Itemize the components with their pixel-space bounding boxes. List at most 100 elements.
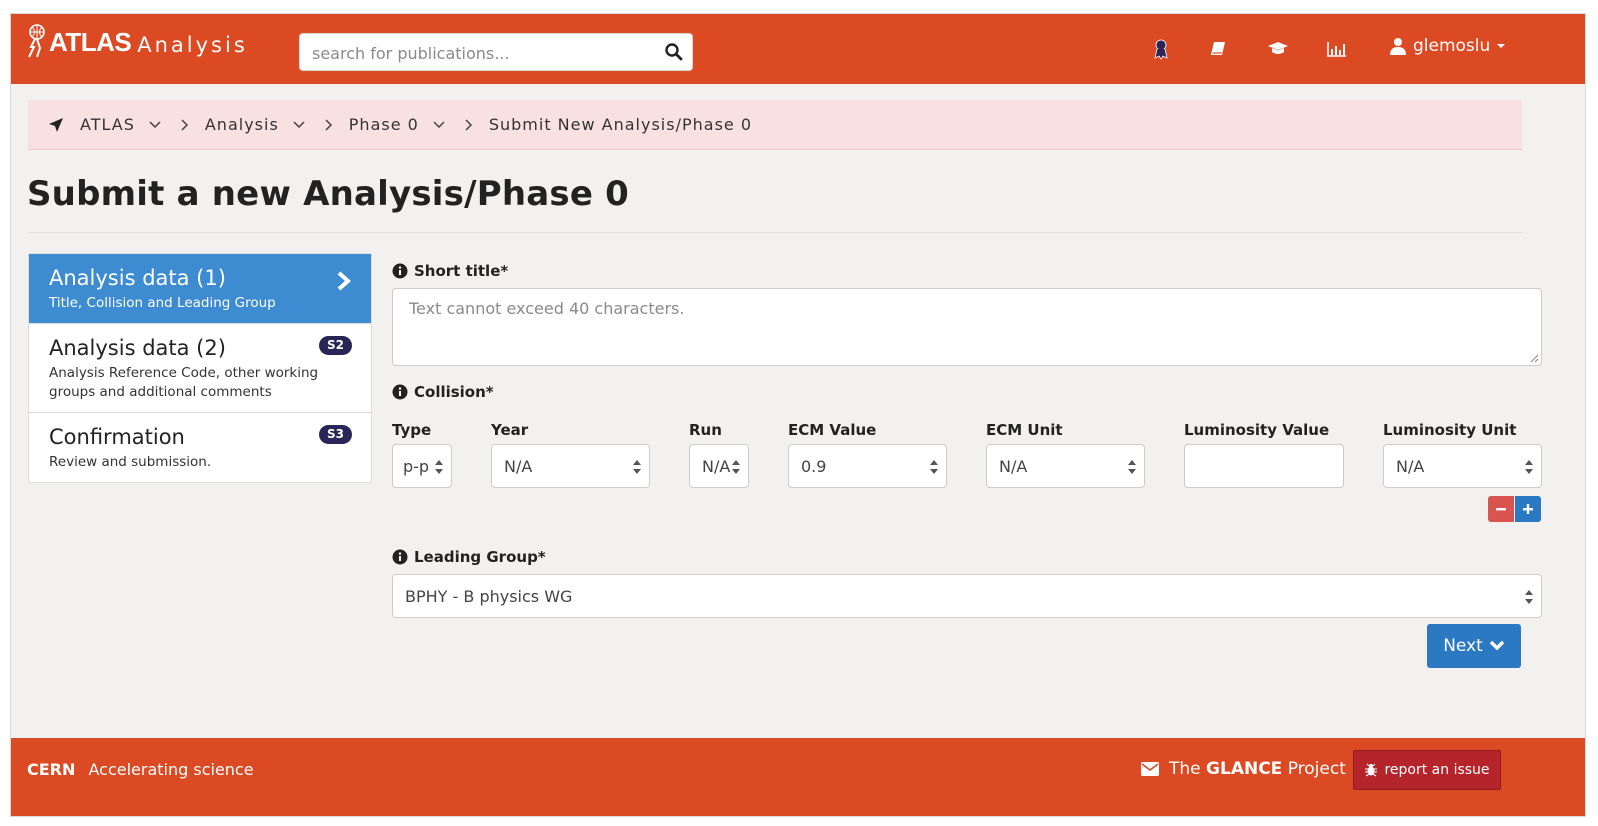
short-title-label-text: Short title* — [414, 262, 509, 280]
title-divider — [28, 232, 1522, 233]
select-arrows-icon — [633, 460, 641, 474]
ecm-value-column-label: ECM Value — [788, 421, 877, 439]
atlas-logo[interactable]: ATLAS Analysis — [25, 24, 248, 58]
breadcrumb-item-phase0[interactable]: Phase 0 — [349, 115, 461, 134]
user-icon — [1390, 38, 1406, 55]
user-name: glemoslu — [1413, 36, 1491, 56]
user-menu[interactable]: glemoslu — [1389, 36, 1506, 56]
select-arrows-icon — [732, 460, 740, 474]
info-icon — [392, 549, 408, 565]
step-description: Review and submission. — [49, 454, 212, 470]
breadcrumb-label: ATLAS — [80, 115, 135, 134]
chevron-down-icon — [433, 120, 445, 128]
select-value: N/A — [999, 457, 1028, 476]
run-column-label: Run — [689, 421, 722, 439]
step-analysis-data-1[interactable]: Analysis data (1) Title, Collision and L… — [29, 254, 371, 324]
breadcrumb-label: Phase 0 — [348, 115, 419, 134]
step-title: Analysis data (1) — [49, 266, 226, 290]
luminosity-unit-column-label: Luminosity Unit — [1383, 421, 1517, 439]
logo-atlas-text: ATLAS — [49, 27, 132, 57]
collision-label: Collision* — [392, 383, 494, 401]
next-button[interactable]: Next — [1427, 624, 1521, 668]
footer: CERN Accelerating science The GLANCE Pro… — [11, 738, 1585, 816]
project-prefix: The — [1169, 759, 1201, 779]
luminosity-value-input[interactable] — [1185, 445, 1343, 487]
short-title-input[interactable] — [393, 289, 1541, 365]
breadcrumb-item-analysis[interactable]: Analysis — [205, 115, 321, 134]
cern-text: CERN — [27, 760, 76, 779]
chevron-right-icon — [325, 118, 332, 131]
breadcrumb-item-current: Submit New Analysis/Phase 0 — [489, 115, 752, 134]
select-value: N/A — [504, 457, 533, 476]
select-value: 0.9 — [801, 457, 827, 476]
breadcrumb-item-atlas[interactable]: ATLAS — [80, 115, 177, 134]
search-input[interactable] — [310, 42, 654, 64]
select-arrows-icon — [1525, 460, 1533, 474]
select-arrows-icon — [435, 460, 443, 474]
chevron-down-icon — [293, 120, 305, 128]
select-arrows-icon — [1128, 460, 1136, 474]
location-arrow-icon — [49, 117, 63, 132]
ecm-value-select[interactable]: 0.9 — [788, 444, 947, 488]
chevron-down-icon — [149, 120, 161, 128]
step-title: Confirmation — [49, 425, 185, 449]
luminosity-value-column-label: Luminosity Value — [1184, 421, 1330, 439]
collision-type-select[interactable]: p-p — [392, 444, 452, 488]
ecm-unit-column-label: ECM Unit — [986, 421, 1063, 439]
search-box — [299, 33, 693, 71]
step-badge: S2 — [319, 336, 352, 355]
ecm-unit-select[interactable]: N/A — [986, 444, 1145, 488]
step-analysis-data-2[interactable]: Analysis data (2) Analysis Reference Cod… — [29, 324, 371, 413]
steps-sidebar: Analysis data (1) Title, Collision and L… — [28, 253, 372, 483]
breadcrumb: ATLAS Analysis Phase 0 Submit New Analys… — [28, 100, 1522, 150]
top-navbar: ATLAS Analysis search for publications..… — [11, 14, 1585, 84]
graduation-cap-icon[interactable] — [1265, 37, 1291, 61]
book-icon[interactable] — [1205, 37, 1231, 61]
leading-group-label-text: Leading Group* — [414, 548, 546, 566]
envelope-icon — [1141, 762, 1159, 776]
bar-chart-icon[interactable] — [1324, 37, 1350, 61]
collision-run-select[interactable]: N/A — [689, 444, 749, 488]
luminosity-value-field — [1184, 444, 1344, 488]
search-icon[interactable] — [664, 42, 684, 62]
award-icon[interactable] — [1148, 37, 1174, 61]
short-title-field — [392, 288, 1542, 366]
logo-analysis-text: Analysis — [137, 33, 248, 57]
select-value: BPHY - B physics WG — [405, 587, 573, 606]
leading-group-label: Leading Group* — [392, 548, 546, 566]
glance-project-link[interactable]: The GLANCE Project — [1141, 759, 1346, 779]
chevron-right-icon — [465, 118, 472, 131]
type-column-label: Type — [392, 421, 432, 439]
resize-grip-icon[interactable] — [1529, 353, 1539, 363]
next-button-label: Next — [1443, 636, 1483, 656]
caret-down-icon — [1497, 44, 1506, 48]
info-icon — [392, 263, 408, 279]
step-description: Analysis Reference Code, other working g… — [49, 365, 319, 400]
luminosity-unit-select[interactable]: N/A — [1383, 444, 1542, 488]
select-arrows-icon — [930, 460, 938, 474]
chevron-right-icon — [181, 118, 188, 131]
bug-icon — [1365, 763, 1378, 777]
step-description: Title, Collision and Leading Group — [49, 295, 276, 311]
collision-year-select[interactable]: N/A — [491, 444, 650, 488]
leading-group-select[interactable]: BPHY - B physics WG — [392, 574, 1542, 618]
app-frame: ATLAS Analysis search for publications..… — [10, 13, 1586, 817]
chevron-right-icon — [337, 271, 352, 291]
plus-icon — [1523, 504, 1533, 514]
tagline-text: Accelerating science — [88, 760, 254, 779]
page-title: Submit a new Analysis/Phase 0 — [27, 174, 629, 214]
remove-collision-button[interactable] — [1488, 496, 1514, 522]
project-name: GLANCE — [1206, 759, 1283, 779]
info-icon — [392, 384, 408, 400]
project-suffix: Project — [1287, 759, 1346, 779]
step-confirmation[interactable]: Confirmation Review and submission. S3 — [29, 413, 371, 482]
breadcrumb-label: Submit New Analysis/Phase 0 — [488, 115, 753, 134]
year-column-label: Year — [491, 421, 529, 439]
collision-label-text: Collision* — [414, 383, 494, 401]
report-issue-button[interactable]: report an issue — [1353, 750, 1501, 790]
breadcrumb-label: Analysis — [204, 115, 279, 134]
footer-tagline: CERN Accelerating science — [27, 760, 254, 779]
short-title-label: Short title* — [392, 262, 508, 280]
add-collision-button[interactable] — [1515, 496, 1541, 522]
select-value: N/A — [702, 457, 731, 476]
